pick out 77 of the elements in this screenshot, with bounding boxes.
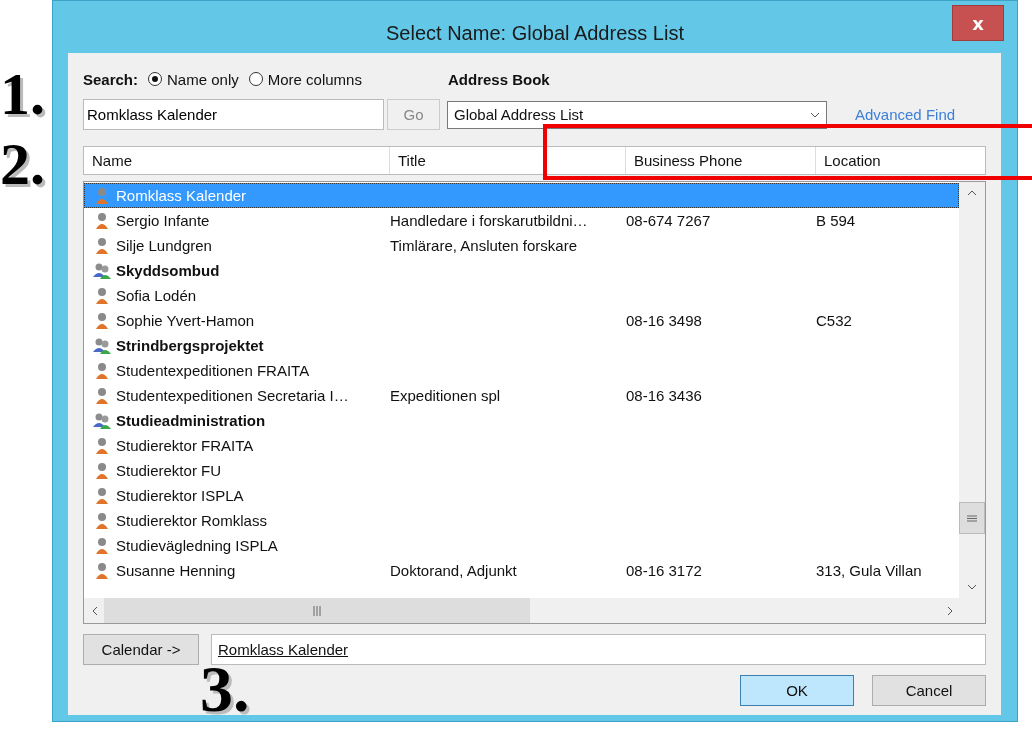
table-cell: B 594 [816,212,856,229]
grip-icon [313,605,321,616]
scroll-left-icon[interactable] [92,605,98,616]
selected-name[interactable]: Romklass Kalender [218,641,349,658]
column-header[interactable]: Location [816,147,953,174]
list-row[interactable]: Studievägledning ISPLA [84,533,959,558]
dialog-button[interactable]: Cancel [872,675,986,706]
contact-name: Sophie Yvert-Hamon [116,312,255,329]
table-cell: 08-674 7267 [626,212,711,229]
caret-icon [810,111,820,118]
close-button[interactable]: x [952,5,1004,41]
horizontal-scrollbar[interactable] [84,598,985,623]
list-row[interactable]: Studentexpeditionen FRAITA [84,358,959,383]
radio-option[interactable]: Name only [148,70,239,88]
table-cell: Expeditionen spl [390,387,501,404]
table-cell: 313, Gula Villan [816,562,922,579]
contact-name: Studierektor FRAITA [116,437,254,454]
contact-name: Silje Lundgren [116,237,212,254]
contact-name: Sofia Lodén [116,287,197,304]
list-row[interactable]: Sofia Lodén [84,283,959,308]
search-field[interactable]: Romklass Kalender [83,99,384,130]
contact-name: Studierektor ISPLA [116,487,244,504]
list-row[interactable]: Studieadministration [84,408,959,433]
list-row[interactable]: Studierektor ISPLA [84,483,959,508]
contact-name: Studentexpeditionen Secretaria I… [116,387,349,404]
address-book-label: Address Book [448,70,550,88]
radio-icon[interactable] [148,72,163,86]
radio-option[interactable]: More columns [248,70,362,88]
list-row[interactable]: Sophie Yvert-Hamon 08-16 3498 C532 [84,308,959,333]
group-icon [92,336,112,355]
contact-name: Skyddsombud [116,262,220,279]
contact-name: Studentexpeditionen FRAITA [116,362,310,379]
list-row[interactable]: Studierektor Romklass [84,508,959,533]
contact-name: Susanne Henning [116,562,236,579]
calendar-button[interactable]: Calendar -> [83,634,199,665]
scroll-thumb[interactable] [104,598,530,623]
scroll-thumb[interactable] [959,502,985,534]
contact-name: Studieadministration [116,412,266,429]
table-cell: Timlärare, Ansluten forskare [390,237,578,254]
contact-name: Strindbergsprojektet [116,337,264,354]
annotation-number: 2. [0,134,45,194]
group-icon [92,411,112,430]
dialog-button[interactable]: OK [740,675,854,706]
list-row[interactable]: Studierektor FRAITA [84,433,959,458]
table-cell: 08-16 3498 [626,312,702,329]
selected-names-field[interactable]: Romklass Kalender [211,634,986,665]
contact-name: Sergio Infante [116,212,210,229]
list-row[interactable]: Sergio Infante Handledare i forskarutbildni… 08-674 7267 B 594 [84,208,959,233]
group-icon [92,261,112,280]
list-row[interactable]: Silje Lundgren Timlärare, Ansluten forskare [84,233,959,258]
radio-icon[interactable] [248,72,263,86]
grip-icon [967,514,977,522]
scroll-up-icon[interactable] [967,190,977,196]
table-cell: C532 [816,312,852,329]
list-row[interactable]: Studierektor FU [84,458,959,483]
table-cell: Doktorand, Adjunkt [390,562,517,579]
list-row[interactable]: Studentexpeditionen Secretaria I… Expeditionen spl 08-16 3436 [84,383,959,408]
table-cell: Handledare i forskarutbildni… [390,212,588,229]
list-row[interactable]: Strindbergsprojektet [84,333,959,358]
column-header[interactable]: Title [390,147,626,174]
contact-name: Studievägledning ISPLA [116,537,278,554]
vertical-scrollbar[interactable] [959,182,985,598]
search-label: Search: [83,70,139,88]
scroll-down-icon[interactable] [967,584,977,590]
window-title: Select Name: Global Address List [386,21,684,45]
scroll-right-icon[interactable] [947,605,953,616]
table-cell: 08-16 3436 [626,387,702,404]
list-row[interactable]: Susanne Henning Doktorand, Adjunkt 08-16 3172 313, Gula Villan [84,558,959,583]
advanced-find-link[interactable]: Advanced Find [855,106,956,123]
contact-name: Studierektor FU [116,462,222,479]
column-header[interactable]: Name [84,147,390,174]
list-row[interactable]: Skyddsombud [84,258,959,283]
table-cell: 08-16 3172 [626,562,702,579]
contact-name: Studierektor Romklass [116,512,267,529]
contact-name: Romklass Kalender [116,187,247,204]
annotation-number: 1. [0,64,45,124]
column-header[interactable]: Business Phone [626,147,816,174]
